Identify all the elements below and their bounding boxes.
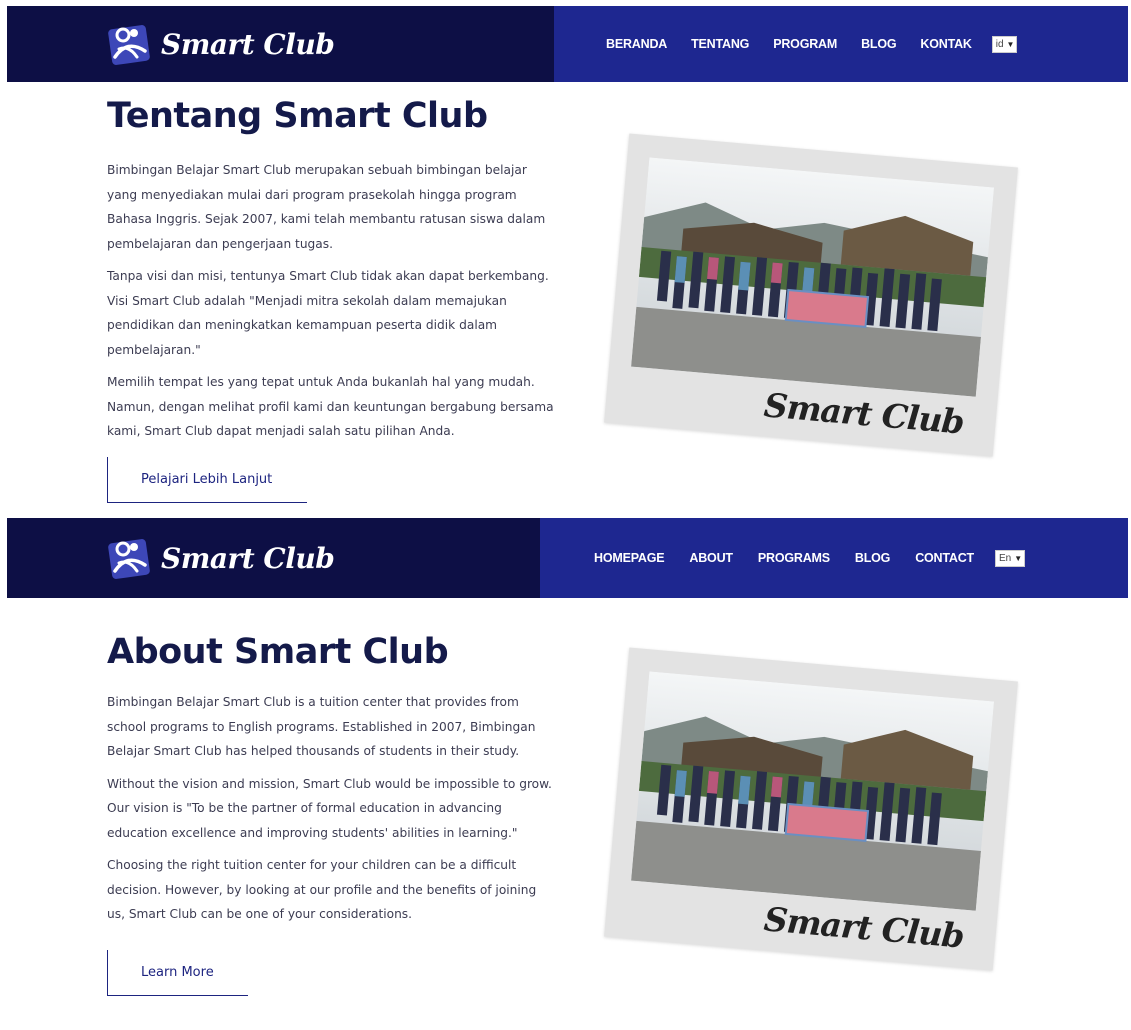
about-section-en: Smart Club HOMEPAGE ABOUT PROGRAMS BLOG … xyxy=(0,514,1131,1030)
nav-item-kontak[interactable]: KONTAK xyxy=(920,37,972,51)
group-photo xyxy=(631,157,995,397)
smart-club-logo-mark xyxy=(108,539,150,579)
paragraph-2: Without the vision and mission, Smart Cl… xyxy=(107,776,552,840)
learn-more-button[interactable]: Pelajari Lebih Lanjut xyxy=(107,457,307,503)
navbar: Smart Club HOMEPAGE ABOUT PROGRAMS BLOG … xyxy=(7,518,1128,598)
polaroid-caption: Smart Club xyxy=(762,899,966,956)
chevron-down-icon: ▼ xyxy=(1006,39,1015,49)
nav-menu: HOMEPAGE ABOUT PROGRAMS BLOG CONTACT En … xyxy=(594,549,1026,567)
paragraph-1: Bimbingan Belajar Smart Club merupakan s… xyxy=(107,163,546,251)
group-photo xyxy=(631,671,995,911)
navbar-menu-area: HOMEPAGE ABOUT PROGRAMS BLOG CONTACT En … xyxy=(540,518,1128,598)
nav-item-program[interactable]: PROGRAM xyxy=(773,37,837,51)
language-select-value: En xyxy=(998,552,1012,564)
language-select[interactable]: id ▼ xyxy=(991,35,1018,53)
learn-more-label: Pelajari Lebih Lanjut xyxy=(141,472,273,487)
page-title: About Smart Club xyxy=(107,632,449,672)
logo[interactable]: Smart Club xyxy=(107,21,335,67)
nav-item-homepage[interactable]: HOMEPAGE xyxy=(594,551,665,565)
nav-item-beranda[interactable]: BERANDA xyxy=(606,37,667,51)
about-text: About Smart Club Bimbingan Belajar Smart… xyxy=(107,632,555,927)
nav-item-contact[interactable]: CONTACT xyxy=(915,551,974,565)
language-select-value: id xyxy=(995,38,1004,50)
nav-item-about[interactable]: ABOUT xyxy=(689,551,733,565)
logo[interactable]: Smart Club xyxy=(107,535,335,581)
polaroid-caption: Smart Club xyxy=(762,385,966,442)
navbar-menu-area: BERANDA TENTANG PROGRAM BLOG KONTAK id ▼ xyxy=(554,6,1128,82)
polaroid-photo: Smart Club xyxy=(604,647,1018,971)
paragraph-3: Memilih tempat les yang tepat untuk Anda… xyxy=(107,375,554,438)
learn-more-label: Learn More xyxy=(141,965,214,980)
polaroid-photo: Smart Club xyxy=(604,133,1018,457)
chevron-down-icon: ▼ xyxy=(1014,553,1023,563)
nav-item-programs[interactable]: PROGRAMS xyxy=(758,551,830,565)
smart-club-logo-mark xyxy=(108,25,150,65)
paragraph-2: Tanpa visi dan misi, tentunya Smart Club… xyxy=(107,269,549,357)
page-title: Tentang Smart Club xyxy=(107,96,488,136)
brand-name: Smart Club xyxy=(161,27,335,61)
nav-item-blog[interactable]: BLOG xyxy=(861,37,897,51)
nav-item-tentang[interactable]: TENTANG xyxy=(691,37,749,51)
language-select[interactable]: En ▼ xyxy=(994,549,1026,567)
about-section-id: Smart Club BERANDA TENTANG PROGRAM BLOG … xyxy=(0,0,1131,510)
paragraph-3: Choosing the right tuition center for yo… xyxy=(107,858,537,921)
about-text: Tentang Smart Club Bimbingan Belajar Sma… xyxy=(107,96,555,444)
navbar-brand-area: Smart Club xyxy=(7,518,540,598)
navbar-brand-area: Smart Club xyxy=(7,6,554,82)
navbar: Smart Club BERANDA TENTANG PROGRAM BLOG … xyxy=(7,6,1128,82)
paragraph-1: Bimbingan Belajar Smart Club is a tuitio… xyxy=(107,695,536,758)
brand-name: Smart Club xyxy=(161,541,335,575)
nav-menu: BERANDA TENTANG PROGRAM BLOG KONTAK id ▼ xyxy=(606,35,1018,53)
learn-more-button[interactable]: Learn More xyxy=(107,950,248,996)
nav-item-blog[interactable]: BLOG xyxy=(855,551,891,565)
